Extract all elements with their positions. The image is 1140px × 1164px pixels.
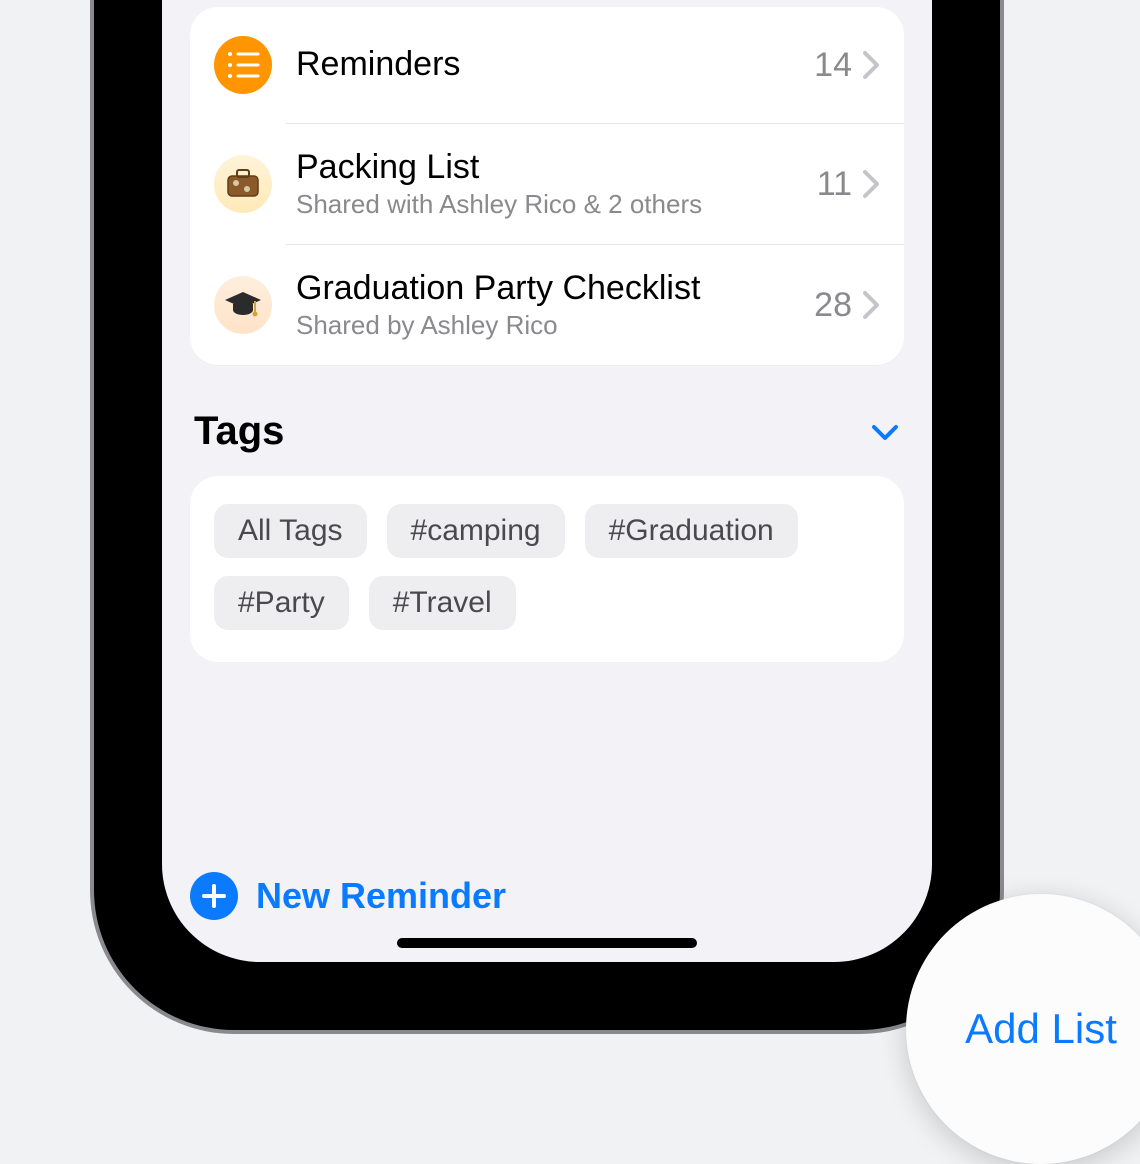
list-subtitle: Shared by Ashley Rico	[296, 310, 814, 341]
list-name: Graduation Party Checklist	[296, 269, 814, 308]
list-name: Packing List	[296, 148, 817, 187]
tags-header[interactable]: Tags	[194, 409, 900, 454]
list-name: Reminders	[296, 45, 814, 84]
chevron-right-icon	[862, 290, 880, 320]
list-row-texts: Packing List Shared with Ashley Rico & 2…	[296, 148, 817, 220]
tag-pill[interactable]: All Tags	[214, 504, 367, 558]
home-indicator[interactable]	[397, 938, 697, 948]
list-row-texts: Graduation Party Checklist Shared by Ash…	[296, 269, 814, 341]
list-row-packing[interactable]: Packing List Shared with Ashley Rico & 2…	[286, 123, 904, 244]
bottom-toolbar: New Reminder	[190, 872, 904, 920]
plus-circle-icon	[190, 872, 238, 920]
phone-frame-inner: My Lists	[118, 0, 976, 1006]
chevron-down-icon	[870, 422, 900, 442]
list-count: 11	[817, 165, 852, 204]
add-list-label: Add List	[965, 1005, 1117, 1053]
list-row-reminders[interactable]: Reminders 14	[214, 7, 904, 123]
list-row-graduation[interactable]: Graduation Party Checklist Shared by Ash…	[286, 244, 904, 365]
list-count: 14	[814, 46, 852, 85]
new-reminder-button[interactable]: New Reminder	[190, 872, 506, 920]
list-count: 28	[814, 286, 852, 325]
tags-card: All Tags #camping #Graduation #Party #Tr…	[190, 476, 904, 662]
section-title-tags: Tags	[194, 409, 284, 454]
tag-pill[interactable]: #Graduation	[585, 504, 798, 558]
suitcase-icon	[214, 155, 272, 213]
tag-pill[interactable]: #Travel	[369, 576, 516, 630]
chevron-right-icon	[862, 50, 880, 80]
list-icon	[214, 36, 272, 94]
app-screen: My Lists	[162, 0, 932, 962]
grad-cap-icon	[214, 276, 272, 334]
list-row-texts: Reminders	[296, 45, 814, 84]
list-subtitle: Shared with Ashley Rico & 2 others	[296, 189, 817, 220]
tag-pill[interactable]: #camping	[387, 504, 565, 558]
tag-pill[interactable]: #Party	[214, 576, 349, 630]
my-lists-card: Reminders 14	[190, 7, 904, 365]
new-reminder-label: New Reminder	[256, 875, 506, 917]
chevron-right-icon	[862, 169, 880, 199]
phone-frame: My Lists	[94, 0, 1000, 1030]
